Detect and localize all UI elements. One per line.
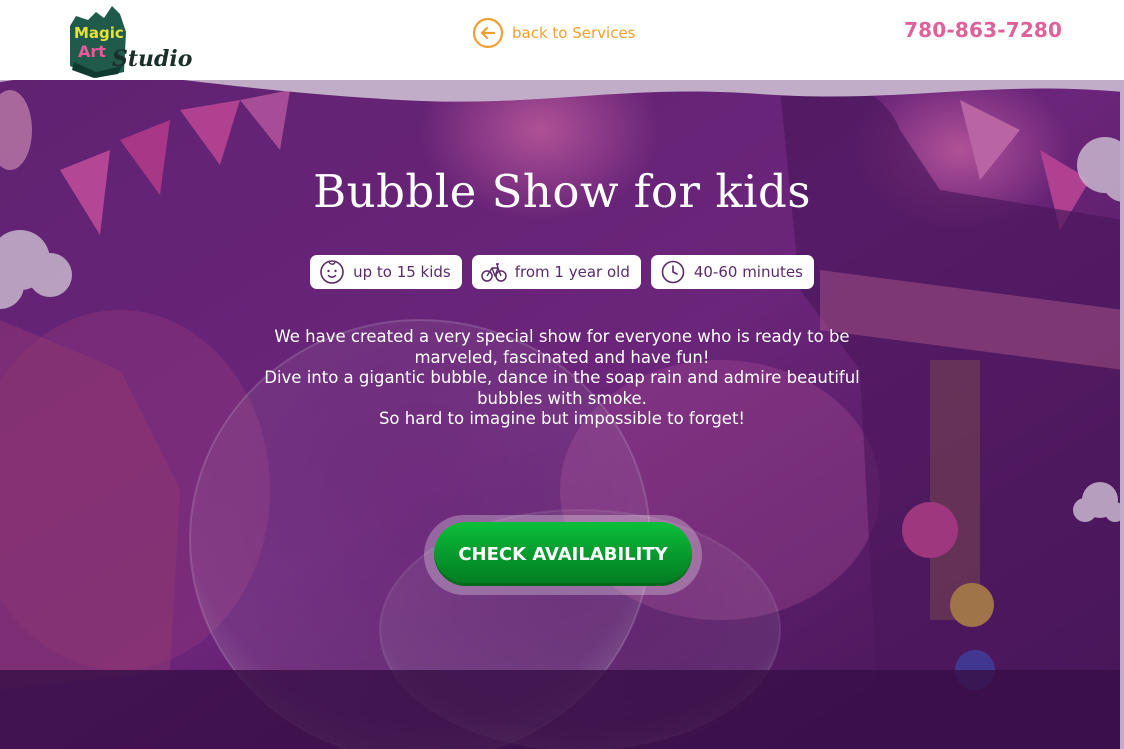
site-header: Magic Art Studio back to Services 780-86… [0, 0, 1124, 80]
page-title: Bubble Show for kids [313, 165, 811, 218]
badge-age: from 1 year old [471, 255, 641, 289]
hero-section: Bubble Show for kids up to 15 kids from … [0, 70, 1124, 749]
feature-badges: up to 15 kids from 1 year old 40-60 minu… [0, 255, 1124, 289]
bicycle-icon [481, 263, 507, 282]
badge-group-size-label: up to 15 kids [353, 263, 451, 281]
back-to-services-label: back to Services [512, 24, 636, 42]
badge-duration: 40-60 minutes [650, 255, 814, 289]
description-line: We have created a very special show for … [274, 327, 850, 367]
phone-number-link[interactable]: 780-863-7280 [904, 18, 1062, 42]
description-line: So hard to imagine but impossible to for… [378, 409, 746, 428]
svg-text:Magic: Magic [74, 24, 124, 42]
show-description: We have created a very special show for … [262, 327, 862, 430]
description-line: Dive into a gigantic bubble, dance in th… [264, 368, 860, 408]
clock-icon [661, 260, 685, 284]
back-to-services-link[interactable]: back to Services [472, 17, 636, 49]
badge-duration-label: 40-60 minutes [693, 263, 803, 281]
badge-age-label: from 1 year old [514, 263, 630, 281]
magic-art-studio-logo[interactable]: Magic Art Studio [66, 2, 201, 80]
svg-text:Studio: Studio [112, 46, 192, 72]
svg-text:Art: Art [78, 42, 106, 61]
baby-face-icon [320, 260, 344, 284]
badge-group-size: up to 15 kids [310, 255, 462, 289]
arrow-left-icon [472, 17, 504, 49]
check-availability-button[interactable]: CHECK AVAILABILITY [434, 522, 692, 586]
